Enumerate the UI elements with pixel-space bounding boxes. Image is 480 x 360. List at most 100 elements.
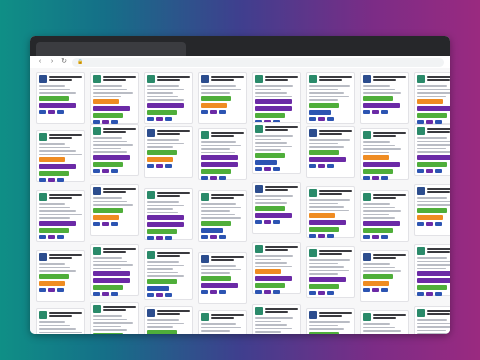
card-tag[interactable] [39, 273, 70, 279]
card-tag[interactable] [309, 102, 340, 108]
card-tag[interactable] [93, 161, 124, 167]
card-tag[interactable] [93, 332, 124, 334]
task-card[interactable] [414, 244, 450, 296]
card-tag[interactable] [417, 285, 448, 290]
task-card[interactable] [90, 244, 139, 296]
card-tag[interactable] [255, 152, 286, 158]
task-card[interactable] [306, 308, 355, 334]
card-tag[interactable] [93, 278, 130, 283]
task-card[interactable] [306, 72, 355, 124]
task-card[interactable] [414, 184, 450, 236]
card-tag[interactable] [255, 269, 281, 274]
card-tag[interactable] [39, 280, 65, 286]
card-tag[interactable] [39, 220, 76, 226]
card-tag[interactable] [39, 102, 76, 108]
card-tag[interactable] [417, 214, 443, 220]
card-tag[interactable] [147, 222, 184, 227]
card-tag[interactable] [93, 106, 130, 111]
task-card[interactable] [90, 72, 139, 124]
card-tag[interactable] [363, 155, 389, 160]
card-tag[interactable] [201, 220, 232, 226]
task-card[interactable] [306, 186, 355, 238]
card-tag[interactable] [417, 106, 450, 111]
card-tag[interactable] [93, 154, 130, 160]
card-tag[interactable] [39, 227, 70, 233]
card-tag[interactable] [147, 149, 178, 155]
card-tag[interactable] [201, 162, 238, 167]
card-tag[interactable] [93, 113, 124, 118]
task-card[interactable] [252, 122, 301, 174]
card-tag[interactable] [309, 156, 346, 162]
card-tag[interactable] [363, 95, 394, 101]
card-tag[interactable] [309, 331, 340, 334]
task-card[interactable] [360, 190, 409, 242]
task-card[interactable] [144, 306, 193, 334]
card-tag[interactable] [309, 220, 346, 225]
card-tag[interactable] [363, 227, 394, 233]
task-card[interactable] [414, 124, 450, 176]
browser-tab[interactable] [36, 42, 186, 56]
card-tag[interactable] [201, 155, 238, 160]
card-tag[interactable] [93, 214, 119, 220]
card-tag[interactable] [417, 113, 448, 118]
task-card[interactable] [252, 182, 301, 234]
card-tag[interactable] [363, 162, 400, 167]
card-tag[interactable] [93, 285, 124, 290]
task-card[interactable] [414, 72, 450, 124]
card-tag[interactable] [363, 220, 400, 226]
back-icon[interactable]: ‹ [36, 58, 44, 66]
card-tag[interactable] [93, 207, 124, 213]
url-input[interactable]: 🔒 [72, 57, 444, 67]
card-tag[interactable] [201, 282, 238, 288]
task-card[interactable] [198, 72, 247, 124]
card-tag[interactable] [363, 169, 394, 174]
card-tag[interactable] [417, 207, 448, 213]
card-tag[interactable] [417, 161, 448, 167]
task-card[interactable] [36, 308, 85, 334]
card-tag[interactable] [147, 278, 178, 284]
card-tag[interactable] [93, 99, 119, 104]
card-tag[interactable] [255, 276, 292, 281]
card-tag[interactable] [255, 283, 286, 288]
task-card[interactable] [36, 72, 85, 124]
task-card[interactable] [90, 124, 139, 176]
card-tag[interactable] [147, 329, 178, 334]
card-tag[interactable] [39, 157, 65, 162]
task-card[interactable] [198, 252, 247, 304]
card-tag[interactable] [309, 213, 335, 218]
card-tag[interactable] [147, 229, 178, 234]
task-card[interactable] [306, 246, 355, 298]
task-card[interactable] [198, 190, 247, 242]
card-tag[interactable] [201, 227, 223, 233]
card-tag[interactable] [309, 276, 346, 282]
card-tag[interactable] [201, 102, 227, 108]
forward-icon[interactable]: › [48, 58, 56, 66]
card-tag[interactable] [417, 99, 443, 104]
task-card[interactable] [144, 72, 193, 124]
card-tag[interactable] [147, 102, 184, 108]
card-tag[interactable] [255, 205, 286, 211]
card-tag[interactable] [363, 280, 389, 286]
task-card[interactable] [144, 126, 193, 178]
task-card[interactable] [306, 126, 355, 178]
card-tag[interactable] [255, 106, 292, 111]
card-tag[interactable] [255, 212, 292, 218]
card-tag[interactable] [39, 171, 70, 176]
task-card[interactable] [360, 250, 409, 302]
task-card[interactable] [36, 250, 85, 302]
card-tag[interactable] [201, 275, 232, 281]
task-card[interactable] [36, 190, 85, 242]
task-card[interactable] [414, 306, 450, 334]
card-tag[interactable] [255, 113, 286, 118]
card-tag[interactable] [147, 109, 178, 115]
card-tag[interactable] [147, 215, 184, 220]
card-tag[interactable] [255, 159, 277, 165]
task-card[interactable] [198, 128, 247, 180]
task-card[interactable] [198, 310, 247, 334]
card-tag[interactable] [309, 149, 340, 155]
reload-icon[interactable]: ↻ [60, 58, 68, 66]
card-tag[interactable] [417, 278, 450, 283]
card-tag[interactable] [309, 283, 340, 289]
task-card[interactable] [252, 304, 301, 334]
task-card[interactable] [360, 310, 409, 334]
